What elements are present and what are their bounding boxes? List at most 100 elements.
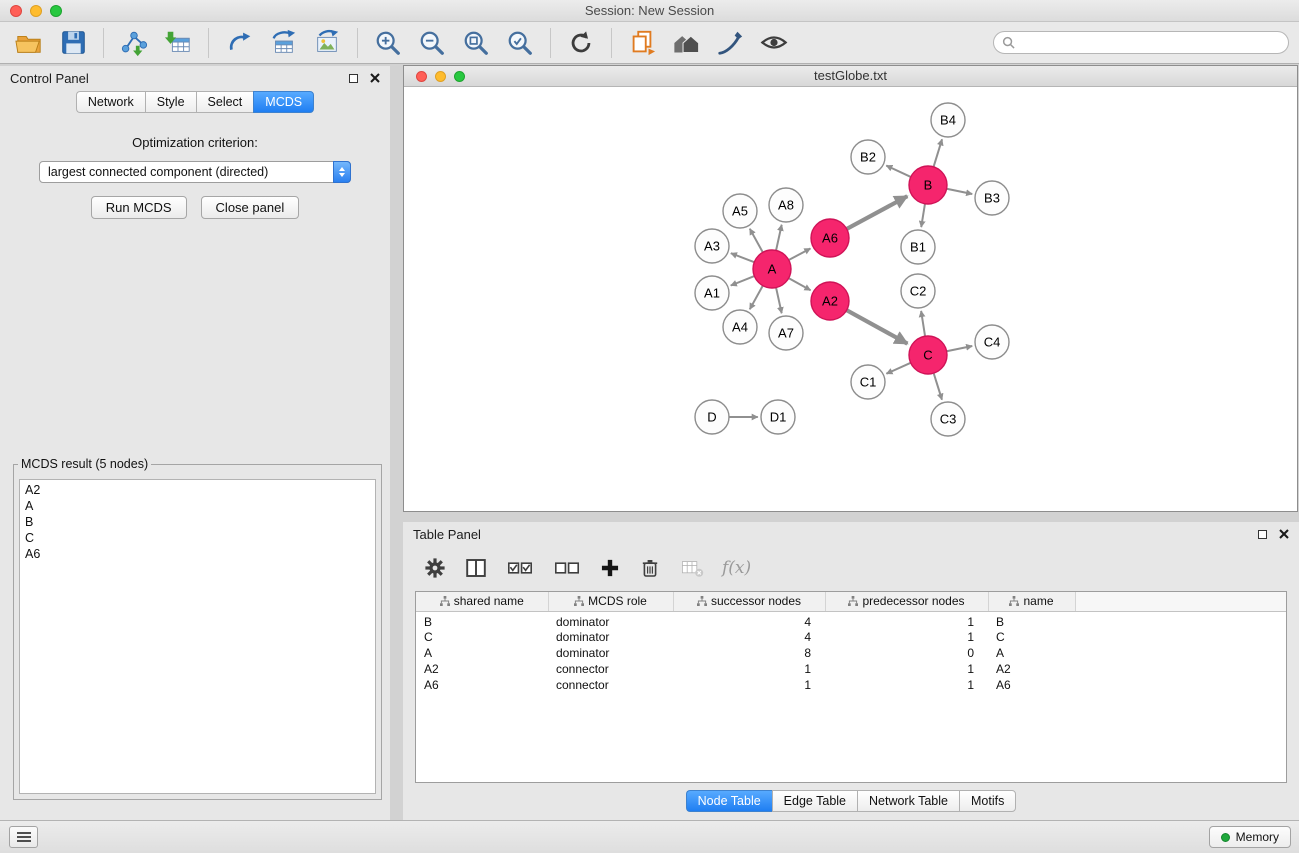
node-D1[interactable]: D1 bbox=[761, 400, 795, 434]
node-B1[interactable]: B1 bbox=[901, 230, 935, 264]
mcds-result-item[interactable]: A2 bbox=[25, 482, 370, 498]
table-cell[interactable]: 0 bbox=[825, 645, 988, 661]
edge-A-A1[interactable] bbox=[731, 276, 755, 285]
edge-A-A3[interactable] bbox=[731, 253, 754, 262]
table-cell[interactable]: 1 bbox=[673, 661, 825, 677]
edge-A-A7[interactable] bbox=[776, 288, 782, 314]
edge-B-B1[interactable] bbox=[921, 204, 925, 227]
node-C1[interactable]: C1 bbox=[851, 365, 885, 399]
select-all-columns-button[interactable] bbox=[505, 556, 535, 580]
float-table-panel-icon[interactable] bbox=[1258, 530, 1267, 539]
table-cell[interactable]: A bbox=[416, 645, 548, 661]
delete-table-button[interactable] bbox=[679, 556, 705, 580]
table-cell[interactable]: dominator bbox=[548, 611, 673, 629]
import-network-url-button[interactable] bbox=[220, 25, 258, 61]
import-network-file-button[interactable] bbox=[115, 25, 153, 61]
import-table-url-button[interactable] bbox=[264, 25, 302, 61]
node-A6[interactable]: A6 bbox=[811, 219, 849, 257]
mcds-result-list[interactable]: A2ABCA6 bbox=[19, 479, 376, 794]
network-close-button[interactable] bbox=[416, 71, 427, 82]
table-cell[interactable]: A6 bbox=[416, 677, 548, 693]
task-history-button[interactable] bbox=[9, 826, 38, 848]
float-panel-icon[interactable] bbox=[349, 74, 358, 83]
node-C4[interactable]: C4 bbox=[975, 325, 1009, 359]
edge-A6-B[interactable] bbox=[847, 196, 908, 229]
deselect-all-columns-button[interactable] bbox=[552, 556, 582, 580]
table-cell[interactable]: 1 bbox=[825, 611, 988, 629]
table-cell[interactable]: B bbox=[988, 611, 1075, 629]
open-session-button[interactable] bbox=[10, 25, 48, 61]
tab-select[interactable]: Select bbox=[196, 91, 254, 113]
table-cell[interactable]: C bbox=[416, 629, 548, 645]
edge-C-C3[interactable] bbox=[934, 373, 942, 400]
network-canvas[interactable]: A5A8A3A1A4A7AA6A2BB2B4B3B1CC2C4C1C3DD1 bbox=[404, 87, 1297, 511]
node-A[interactable]: A bbox=[753, 250, 791, 288]
optimization-criterion-select[interactable]: largest connected component (directed) bbox=[39, 161, 351, 183]
apply-style-button[interactable] bbox=[711, 25, 749, 61]
refresh-layout-button[interactable] bbox=[562, 25, 600, 61]
zoom-fit-button[interactable] bbox=[457, 25, 495, 61]
column-header-successor-nodes[interactable]: successor nodes bbox=[673, 592, 825, 611]
table-cell[interactable]: 8 bbox=[673, 645, 825, 661]
table-cell[interactable]: connector bbox=[548, 661, 673, 677]
table-row[interactable]: Adominator80A bbox=[416, 645, 1286, 661]
node-C3[interactable]: C3 bbox=[931, 402, 965, 436]
table-cell[interactable]: 1 bbox=[825, 629, 988, 645]
delete-column-button[interactable] bbox=[638, 556, 662, 580]
close-table-panel-icon[interactable] bbox=[1279, 527, 1289, 542]
table-cell[interactable]: 4 bbox=[673, 611, 825, 629]
column-header-predecessor-nodes[interactable]: predecessor nodes bbox=[825, 592, 988, 611]
node-C2[interactable]: C2 bbox=[901, 274, 935, 308]
edge-A-A2[interactable] bbox=[789, 278, 811, 290]
node-B4[interactable]: B4 bbox=[931, 103, 965, 137]
tab-mcds[interactable]: MCDS bbox=[253, 91, 314, 113]
table-row[interactable]: A6connector11A6 bbox=[416, 677, 1286, 693]
mcds-result-item[interactable]: B bbox=[25, 514, 370, 530]
table-cell[interactable]: 1 bbox=[825, 677, 988, 693]
edge-A2-C[interactable] bbox=[847, 310, 908, 343]
zoom-in-button[interactable] bbox=[369, 25, 407, 61]
edge-B-B3[interactable] bbox=[947, 189, 973, 194]
table-cell[interactable]: A2 bbox=[988, 661, 1075, 677]
node-A3[interactable]: A3 bbox=[695, 229, 729, 263]
node-B3[interactable]: B3 bbox=[975, 181, 1009, 215]
tab-motifs[interactable]: Motifs bbox=[959, 790, 1016, 812]
edge-A-A6[interactable] bbox=[789, 248, 811, 260]
show-columns-button[interactable] bbox=[464, 556, 488, 580]
network-zoom-button[interactable] bbox=[454, 71, 465, 82]
tab-network[interactable]: Network bbox=[76, 91, 145, 113]
table-cell[interactable]: connector bbox=[548, 677, 673, 693]
network-minimize-button[interactable] bbox=[435, 71, 446, 82]
close-window-button[interactable] bbox=[10, 5, 22, 17]
memory-button[interactable]: Memory bbox=[1209, 826, 1291, 848]
table-cell[interactable]: B bbox=[416, 611, 548, 629]
mcds-result-item[interactable]: C bbox=[25, 530, 370, 546]
table-row[interactable]: Cdominator41C bbox=[416, 629, 1286, 645]
save-session-button[interactable] bbox=[54, 25, 92, 61]
node-A1[interactable]: A1 bbox=[695, 276, 729, 310]
zoom-window-button[interactable] bbox=[50, 5, 62, 17]
network-graph[interactable]: A5A8A3A1A4A7AA6A2BB2B4B3B1CC2C4C1C3DD1 bbox=[404, 87, 1297, 511]
edge-A-A8[interactable] bbox=[776, 225, 782, 251]
function-builder-button[interactable]: f(x) bbox=[722, 558, 751, 578]
table-cell[interactable]: dominator bbox=[548, 629, 673, 645]
column-header-name[interactable]: name bbox=[988, 592, 1075, 611]
home-button[interactable] bbox=[667, 25, 705, 61]
edge-B-B2[interactable] bbox=[886, 166, 910, 177]
export-image-button[interactable] bbox=[308, 25, 346, 61]
zoom-selected-button[interactable] bbox=[501, 25, 539, 61]
node-A2[interactable]: A2 bbox=[811, 282, 849, 320]
duplicate-page-button[interactable] bbox=[623, 25, 661, 61]
edge-A-A4[interactable] bbox=[750, 286, 763, 310]
node-D[interactable]: D bbox=[695, 400, 729, 434]
toggle-visibility-button[interactable] bbox=[755, 25, 793, 61]
search-input[interactable] bbox=[1020, 35, 1280, 51]
table-cell[interactable]: C bbox=[988, 629, 1075, 645]
table-cell[interactable]: A2 bbox=[416, 661, 548, 677]
edge-A-A5[interactable] bbox=[750, 229, 763, 253]
edge-B-B4[interactable] bbox=[934, 139, 942, 167]
table-cell[interactable]: A6 bbox=[988, 677, 1075, 693]
import-table-file-button[interactable] bbox=[159, 25, 197, 61]
table-row[interactable]: A2connector11A2 bbox=[416, 661, 1286, 677]
table-cell[interactable]: A bbox=[988, 645, 1075, 661]
